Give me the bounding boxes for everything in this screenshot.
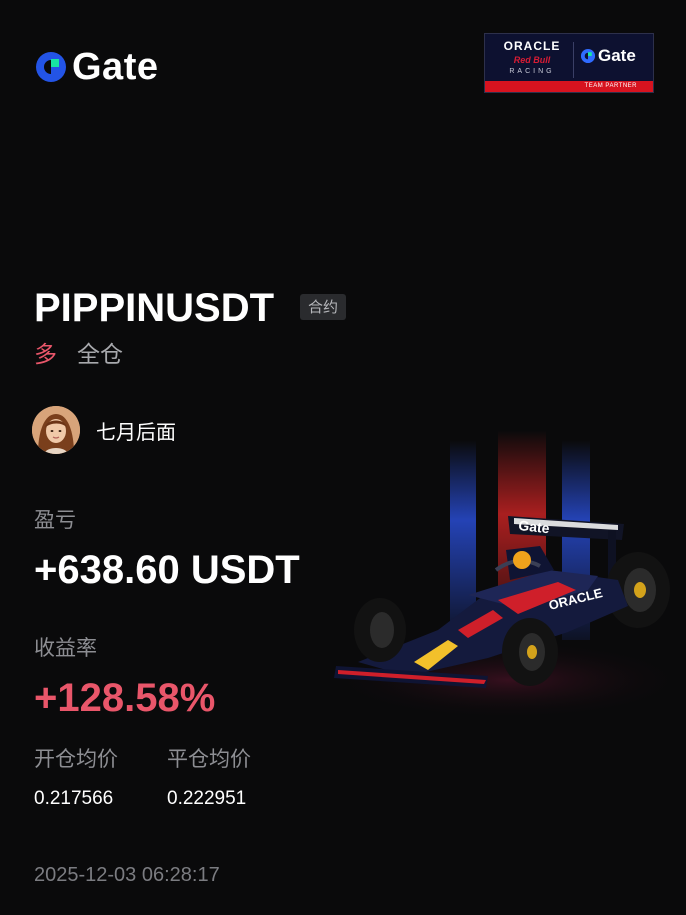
avatar-portrait-icon [32,406,80,454]
open-price-value: 0.217566 [34,788,114,809]
share-card: Gate ORACLE Red Bull RACING Gate TEAM PA… [0,0,686,915]
pnl-label: 盈亏 [34,508,76,532]
pnl-value: +638.60 USDT [34,548,300,592]
close-price-value: 0.222951 [167,788,247,809]
gate-logo-small-icon [580,48,596,63]
oracle-redbull-racing-logo: ORACLE Red Bull RACING [491,40,573,75]
redbull-wordmark: Red Bull [513,55,551,65]
partner-gate-logo: Gate [580,47,636,64]
user-avatar [32,406,80,454]
trading-pair-row: PIPPINUSDT 合约 [34,284,347,332]
gate-logo: Gate [34,48,158,86]
open-price-label: 开仓均价 [34,747,118,771]
badge-divider [573,42,574,78]
team-partner-badge: ORACLE Red Bull RACING Gate TEAM PARTNER [484,33,654,93]
team-partner-strip: TEAM PARTNER [485,81,653,92]
timestamp: 2025-12-03 06:28:17 [34,864,220,886]
contract-tag: 合约 [300,294,347,320]
racing-wordmark: RACING [509,68,555,75]
gate-logo-icon [36,52,66,82]
oracle-wordmark: ORACLE [503,39,561,53]
margin-mode: 全仓 [77,342,123,368]
username: 七月后面 [96,419,176,444]
roi-value: +128.58% [34,676,216,720]
f1-car-illustration: ORACLE Gate [328,430,686,720]
position-info: 多 全仓 [34,340,123,370]
pair-symbol: PIPPINUSDT [34,286,275,330]
close-price-label: 平仓均价 [167,747,251,771]
roi-label: 收益率 [34,636,97,660]
position-side: 多 [34,342,57,368]
user-row: 七月后面 [32,406,176,454]
partner-gate-text: Gate [598,46,636,65]
brand-name: Gate [72,46,159,88]
svg-text:Gate: Gate [518,517,551,536]
